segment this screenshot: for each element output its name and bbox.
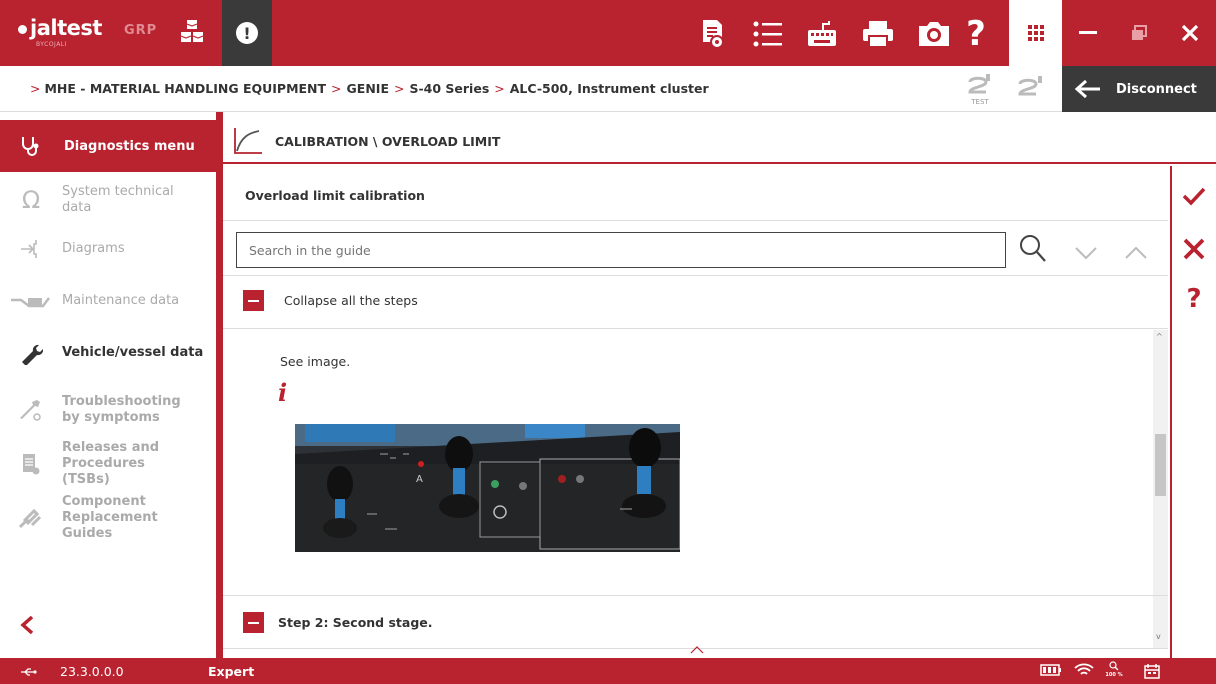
keyboard-icon[interactable]	[806, 18, 838, 50]
apps-grid-button[interactable]	[1009, 0, 1062, 66]
step-2-row[interactable]: Step 2: Second stage.	[243, 612, 433, 633]
disconnect-button[interactable]: Disconnect	[1062, 66, 1216, 112]
minus-icon	[248, 621, 259, 624]
report-view-icon[interactable]	[697, 18, 729, 50]
minimize-icon	[1078, 31, 1097, 34]
step-2-collapse-button[interactable]	[243, 612, 264, 633]
photo-label-a: A	[416, 474, 423, 485]
sidebar-item-system-technical-data[interactable]: Ω System technical data	[0, 178, 216, 222]
step-2-title: Step 2: Second stage.	[278, 615, 433, 630]
main-content: CALIBRATION \ OVERLOAD LIMIT Overload li…	[223, 112, 1216, 658]
expand-up-icon[interactable]	[690, 646, 704, 657]
scroll-down-icon[interactable]: v	[1156, 632, 1161, 641]
stethoscope-icon	[22, 137, 39, 156]
minus-icon	[248, 299, 259, 302]
sidebar-item-vehicle-vessel-data[interactable]: Vehicle/vessel data	[0, 338, 216, 368]
divider	[223, 595, 1168, 596]
action-panel: ?	[1170, 166, 1216, 658]
sidebar-collapse-button[interactable]	[20, 612, 34, 642]
vertical-scrollbar[interactable]: ^ v	[1153, 330, 1168, 648]
divider	[223, 328, 1168, 329]
restore-button[interactable]	[1113, 0, 1164, 66]
cubes-icon[interactable]	[178, 18, 206, 50]
confirm-button[interactable]	[1172, 186, 1216, 206]
brand-area: jaltest BYCOJALI GRP	[0, 0, 222, 66]
exclamation-icon: !	[236, 22, 258, 44]
step-instruction-text: See image.	[280, 354, 351, 369]
search-next-icon[interactable]	[1075, 244, 1097, 263]
wrench-icon	[0, 341, 62, 365]
restore-icon	[1131, 25, 1147, 40]
sidebar-item-diagrams[interactable]: Diagrams	[0, 234, 216, 264]
alert-button[interactable]: !	[222, 0, 272, 66]
section-header: CALIBRATION \ OVERLOAD LIMIT	[223, 120, 1216, 164]
grp-label: GRP	[124, 23, 158, 38]
omega-icon: Ω	[21, 186, 41, 214]
question-icon: ?	[1186, 284, 1202, 314]
section-title: CALIBRATION \ OVERLOAD LIMIT	[275, 133, 501, 149]
status-bar: 23.3.0.0.0 Expert 100 %	[0, 658, 1216, 684]
logo-subtitle: BYCOJALI	[36, 41, 67, 48]
sidebar-item-releases-tsbs[interactable]: Releases and Procedures (TSBs)	[0, 440, 216, 487]
breadcrumb: > MHE - MATERIAL HANDLING EQUIPMENT > GENIE…	[30, 81, 709, 96]
diagram-icon	[0, 238, 62, 260]
sidebar-item-component-replacement[interactable]: Component Replacement Guides	[0, 494, 216, 541]
tools-icon	[0, 398, 62, 422]
info-icon[interactable]: i	[278, 378, 287, 407]
sidebar-item-diagnostics-menu[interactable]: Diagnostics menu	[0, 120, 216, 172]
calendar-icon[interactable]	[1144, 663, 1160, 682]
breadcrumb-item-series[interactable]: S-40 Series	[409, 81, 489, 96]
version-label: 23.3.0.0.0	[60, 664, 124, 679]
minimize-button[interactable]	[1062, 0, 1113, 66]
search-input[interactable]	[236, 232, 1006, 268]
arrow-left-icon	[1074, 79, 1100, 99]
replace-icon	[0, 507, 62, 529]
cancel-button[interactable]	[1172, 238, 1216, 260]
search-previous-icon[interactable]	[1125, 244, 1147, 263]
document-icon	[0, 452, 62, 476]
chevron-left-icon	[20, 615, 34, 635]
magnifier-icon	[1109, 661, 1119, 671]
help-icon[interactable]: ?	[960, 14, 992, 54]
scrollbar-thumb[interactable]	[1155, 434, 1166, 496]
breadcrumb-item-mhe[interactable]: MHE - MATERIAL HANDLING EQUIPMENT	[44, 81, 326, 96]
jaltest-logo: jaltest	[18, 16, 102, 40]
wifi-icon	[1074, 663, 1094, 680]
divider	[223, 220, 1168, 221]
breadcrumb-item-cluster[interactable]: ALC-500, Instrument cluster	[510, 81, 709, 96]
usb-icon	[20, 665, 38, 680]
zoom-indicator[interactable]: 100 %	[1101, 659, 1127, 678]
battery-icon	[1040, 663, 1062, 680]
divider	[223, 275, 1168, 276]
grid-icon	[1027, 25, 1044, 41]
checkmark-icon	[1182, 187, 1206, 206]
collapse-all-row[interactable]: Collapse all the steps	[243, 290, 418, 311]
help-button[interactable]: ?	[1172, 284, 1216, 314]
scroll-up-icon[interactable]: ^	[1156, 332, 1163, 341]
collapse-all-button[interactable]	[243, 290, 264, 311]
list-icon[interactable]	[752, 18, 784, 50]
search-icon[interactable]	[1019, 234, 1047, 268]
connector-icon[interactable]	[1016, 74, 1048, 104]
breadcrumb-bar: > MHE - MATERIAL HANDLING EQUIPMENT > GENIE…	[0, 66, 1216, 112]
printer-icon[interactable]	[862, 18, 894, 50]
sidebar-item-troubleshooting[interactable]: Troubleshooting by symptoms	[0, 388, 216, 432]
sidebar-divider	[216, 112, 223, 658]
sidebar-item-maintenance-data[interactable]: Maintenance data	[0, 286, 216, 316]
control-panel-photo: A	[295, 424, 680, 552]
close-icon	[1181, 24, 1198, 42]
oil-can-icon	[0, 294, 62, 308]
top-bar: jaltest BYCOJALI GRP ! ?	[0, 0, 1216, 66]
test-connector-icon[interactable]: TEST	[966, 72, 994, 106]
cross-icon	[1183, 238, 1205, 260]
calibration-curve-icon	[234, 128, 262, 154]
breadcrumb-item-genie[interactable]: GENIE	[347, 81, 389, 96]
sidebar: Diagnostics menu Ω System technical data…	[0, 112, 216, 658]
user-mode-label: Expert	[208, 664, 255, 679]
close-button[interactable]	[1164, 0, 1215, 66]
camera-icon[interactable]	[918, 18, 950, 50]
guide-title: Overload limit calibration	[245, 188, 425, 203]
